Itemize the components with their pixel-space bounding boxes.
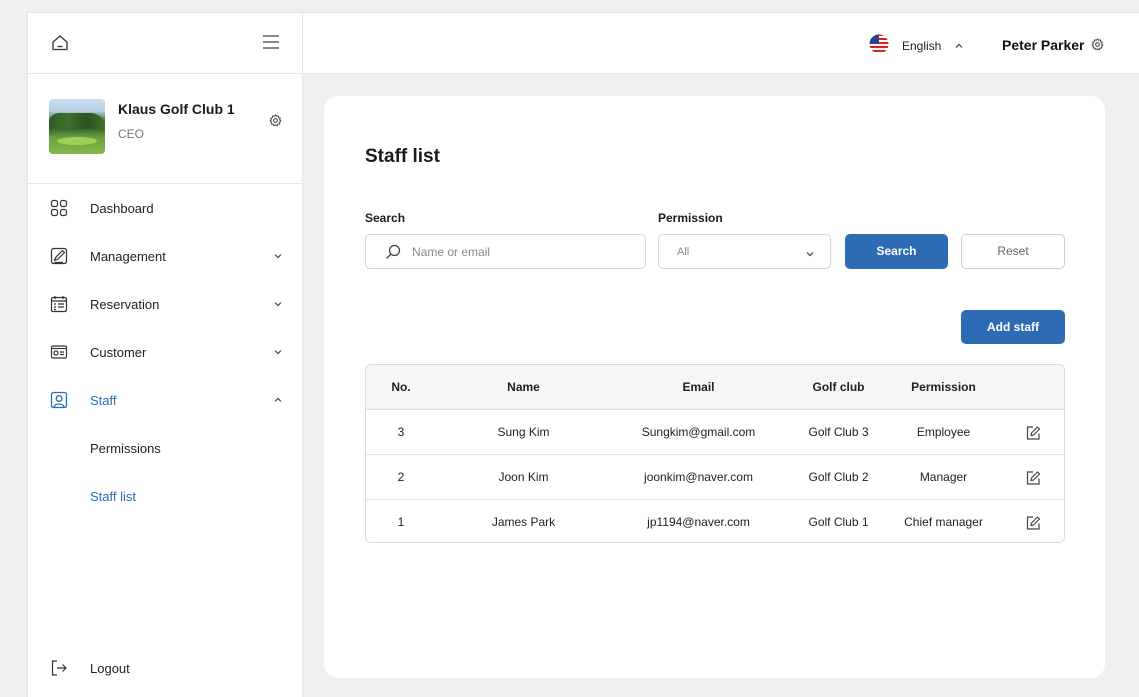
row-permission: Manager bbox=[919, 470, 968, 484]
row-no: 3 bbox=[397, 425, 405, 439]
chevron-down-icon bbox=[272, 346, 284, 358]
permission-select-value: All bbox=[677, 246, 690, 258]
top-bar: English Peter Parker bbox=[303, 13, 1139, 74]
row-name: Joon Kim bbox=[498, 470, 549, 484]
club-profile: Klaus Golf Club 1 CEO bbox=[28, 74, 302, 184]
search-field[interactable] bbox=[365, 234, 646, 269]
column-header-permission: Permission bbox=[911, 380, 976, 394]
sidebar: Klaus Golf Club 1 CEO Dashboard Manageme… bbox=[28, 13, 303, 697]
chevron-down-icon bbox=[804, 248, 816, 260]
logout-label: Logout bbox=[90, 661, 130, 676]
sidebar-item-reservation[interactable]: Reservation bbox=[28, 293, 303, 317]
row-golf-club: Golf Club 1 bbox=[808, 515, 869, 529]
row-email: jp1194@naver.com bbox=[647, 515, 750, 529]
user-name[interactable]: Peter Parker bbox=[1002, 37, 1085, 53]
reset-button[interactable]: Reset bbox=[961, 234, 1065, 269]
column-header-golf-club: Golf club bbox=[812, 380, 865, 394]
staff-table: No. Name Email Golf club Permission 3 Su… bbox=[365, 364, 1065, 543]
search-button[interactable]: Search bbox=[845, 234, 948, 269]
sidebar-item-dashboard[interactable]: Dashboard bbox=[28, 197, 303, 221]
row-golf-club: Golf Club 2 bbox=[808, 470, 869, 484]
logout-icon bbox=[50, 659, 68, 677]
calendar-icon bbox=[50, 295, 68, 313]
chevron-down-icon bbox=[272, 250, 284, 262]
search-icon bbox=[385, 244, 401, 260]
row-permission: Chief manager bbox=[904, 515, 983, 529]
sidebar-item-management[interactable]: Management bbox=[28, 245, 303, 269]
search-input[interactable] bbox=[412, 244, 632, 260]
row-no: 1 bbox=[397, 515, 405, 529]
row-permission: Employee bbox=[916, 425, 971, 439]
row-email: joonkim@naver.com bbox=[644, 470, 753, 484]
row-name: Sung Kim bbox=[497, 425, 550, 439]
column-header-email: Email bbox=[682, 380, 715, 394]
column-header-name: Name bbox=[507, 380, 540, 394]
gear-icon[interactable] bbox=[1091, 38, 1104, 51]
sidebar-item-label: Dashboard bbox=[90, 201, 154, 216]
sidebar-subitem-staff-list[interactable]: Staff list bbox=[90, 489, 136, 504]
sidebar-item-label: Customer bbox=[90, 345, 147, 360]
chevron-down-icon bbox=[272, 298, 284, 310]
row-no: 2 bbox=[397, 470, 405, 484]
table-row: 3 Sung Kim Sungkim@gmail.com Golf Club 3… bbox=[366, 410, 1064, 455]
column-header-no: No. bbox=[391, 380, 411, 394]
hamburger-menu-icon[interactable] bbox=[262, 34, 280, 50]
language-selector[interactable]: English bbox=[902, 39, 941, 53]
add-staff-button[interactable]: Add staff bbox=[961, 310, 1065, 344]
edit-icon[interactable] bbox=[1016, 500, 1050, 542]
edit-icon[interactable] bbox=[1016, 410, 1050, 454]
us-flag-icon bbox=[869, 34, 889, 54]
sidebar-item-customer[interactable]: Customer bbox=[28, 341, 303, 365]
sidebar-header bbox=[28, 13, 302, 74]
page-title: Staff list bbox=[365, 146, 440, 167]
home-icon[interactable] bbox=[50, 33, 70, 53]
edit-icon[interactable] bbox=[1016, 455, 1050, 499]
club-role: CEO bbox=[118, 127, 145, 141]
chevron-up-icon[interactable] bbox=[953, 40, 965, 52]
gear-icon[interactable] bbox=[269, 114, 282, 127]
permission-select[interactable]: All bbox=[658, 234, 831, 269]
search-label: Search bbox=[365, 211, 406, 225]
app-window: Klaus Golf Club 1 CEO Dashboard Manageme… bbox=[28, 13, 1139, 697]
chevron-up-icon bbox=[272, 394, 284, 406]
logout-button[interactable]: Logout bbox=[28, 657, 303, 681]
sidebar-item-label: Reservation bbox=[90, 297, 160, 312]
sidebar-subitem-permissions[interactable]: Permissions bbox=[90, 441, 161, 456]
sidebar-item-label: Staff bbox=[90, 393, 117, 408]
table-header: No. Name Email Golf club Permission bbox=[366, 365, 1064, 410]
row-name: James Park bbox=[491, 515, 556, 529]
staff-user-icon bbox=[50, 391, 68, 409]
table-row: 1 James Park jp1194@naver.com Golf Club … bbox=[366, 500, 1064, 542]
content-card: Staff list Search Permission All Search … bbox=[324, 96, 1105, 678]
dashboard-icon bbox=[50, 199, 68, 217]
customer-card-icon bbox=[50, 343, 68, 361]
row-email: Sungkim@gmail.com bbox=[641, 425, 756, 439]
club-name: Klaus Golf Club 1 bbox=[118, 101, 235, 117]
permission-label: Permission bbox=[658, 211, 723, 225]
management-icon bbox=[50, 247, 68, 265]
club-photo bbox=[49, 99, 105, 154]
sidebar-item-staff[interactable]: Staff bbox=[28, 389, 303, 413]
table-row: 2 Joon Kim joonkim@naver.com Golf Club 2… bbox=[366, 455, 1064, 500]
row-golf-club: Golf Club 3 bbox=[808, 425, 869, 439]
sidebar-item-label: Management bbox=[90, 249, 166, 264]
